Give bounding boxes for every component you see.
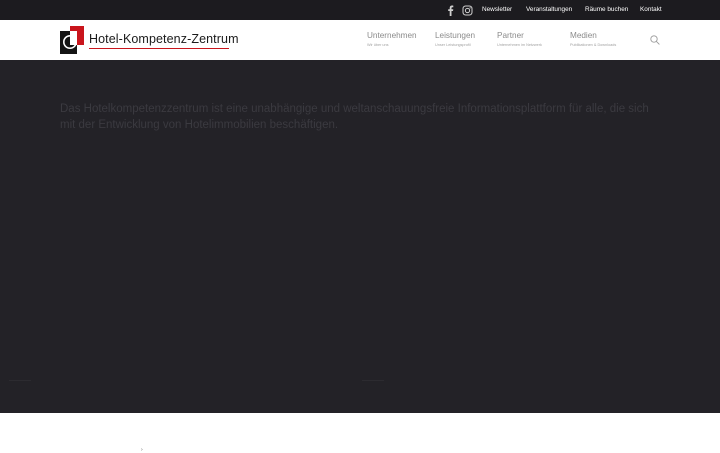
facebook-icon[interactable] xyxy=(447,4,454,16)
nav-title: Leistungen xyxy=(435,31,476,40)
scroll-hint-icon: › xyxy=(141,447,143,453)
instagram-icon[interactable] xyxy=(462,4,473,16)
nav-item-medien[interactable]: Medien Publikationen & Downloads xyxy=(570,31,616,48)
nav-subtitle: Wir über uns xyxy=(367,43,389,47)
topbar-link-raeume-buchen[interactable]: Räume buchen xyxy=(585,5,628,15)
logo-icon[interactable] xyxy=(60,26,84,54)
nav-title: Unternehmen xyxy=(367,31,417,40)
hero-text: Das Hotelkompetenzzentrum ist eine unabh… xyxy=(60,103,649,131)
logo-underline xyxy=(89,48,229,49)
nav-title: Partner xyxy=(497,31,524,40)
nav-item-leistungen[interactable]: Leistungen Unser Leistungsprofil xyxy=(435,31,475,48)
topbar-link-veranstaltungen[interactable]: Veranstaltungen xyxy=(526,5,572,15)
nav-item-unternehmen[interactable]: Unternehmen Wir über uns xyxy=(367,31,417,48)
top-bar: Newsletter Veranstaltungen Räume buchen … xyxy=(0,0,720,20)
nav-subtitle: Unternehmen im Netzwerk xyxy=(497,43,542,47)
hero-indicator[interactable] xyxy=(362,380,384,381)
nav-item-partner[interactable]: Partner Unternehmen im Netzwerk xyxy=(497,31,542,48)
logo-text[interactable]: Hotel-Kompetenz-Zentrum xyxy=(89,32,239,46)
topbar-link-kontakt[interactable]: Kontakt xyxy=(640,5,662,15)
topbar-link-newsletter[interactable]: Newsletter xyxy=(482,5,512,15)
nav-subtitle: Publikationen & Downloads xyxy=(570,43,617,47)
nav-title: Medien xyxy=(570,31,597,40)
nav-subtitle: Unser Leistungsprofil xyxy=(435,43,471,47)
hero-indicator[interactable] xyxy=(9,380,31,381)
search-icon[interactable] xyxy=(650,35,660,45)
